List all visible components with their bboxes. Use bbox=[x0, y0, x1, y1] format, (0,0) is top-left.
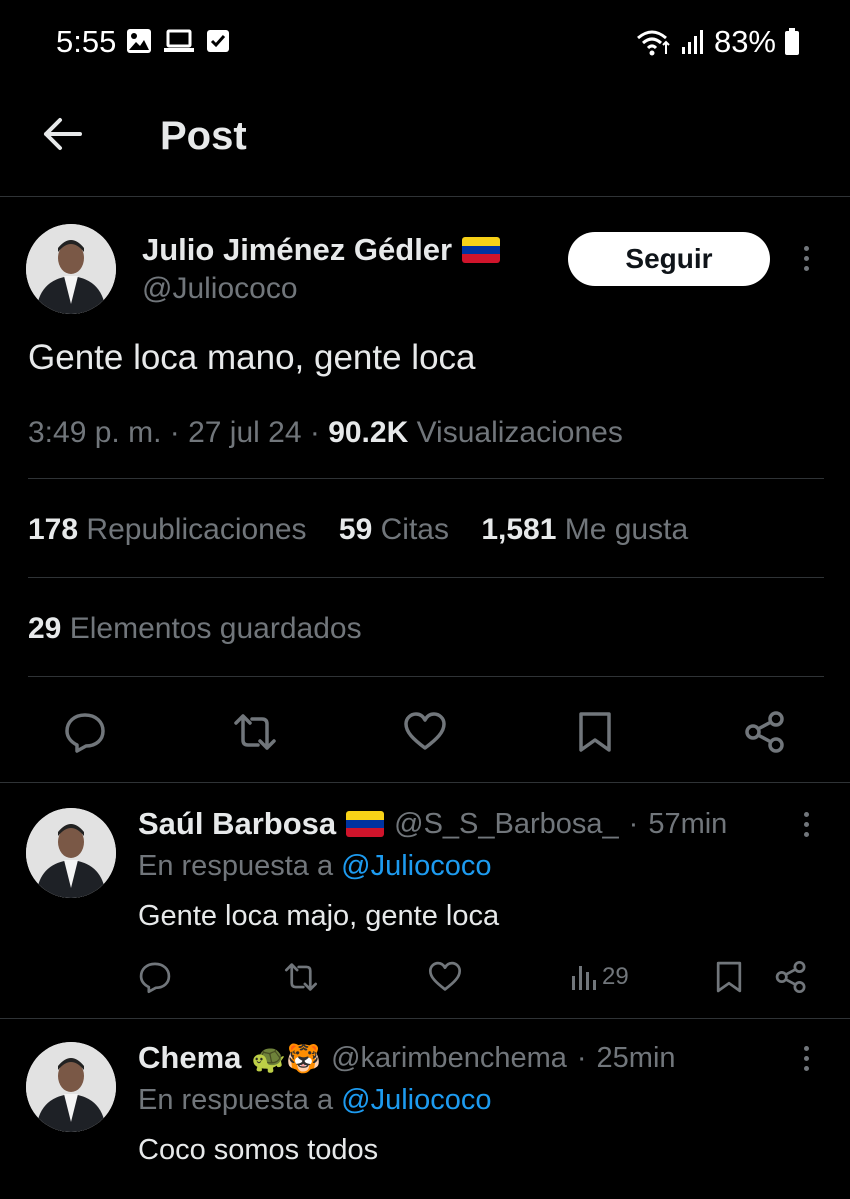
post-meta: 3:49 p. m. · 27 jul 24 · 90.2K Visualiza… bbox=[28, 416, 623, 449]
bookmark-icon[interactable] bbox=[573, 710, 617, 754]
views-stat[interactable]: 29 bbox=[570, 962, 629, 992]
separator-dot: · bbox=[628, 807, 639, 840]
reply-header: Chema 🐢🐯 @karimbenchema · 25min bbox=[138, 1040, 676, 1076]
reposts-label: Republicaciones bbox=[86, 513, 307, 546]
status-time: 5:55 bbox=[56, 24, 117, 59]
status-icons bbox=[126, 28, 230, 54]
venezuela-flag-icon bbox=[346, 811, 385, 837]
divider bbox=[28, 478, 824, 479]
reply-to-prefix: En respuesta a bbox=[138, 1084, 334, 1116]
checkbox-icon bbox=[207, 30, 229, 52]
divider bbox=[0, 782, 850, 783]
reply-icon[interactable] bbox=[138, 960, 172, 994]
image-icon bbox=[127, 29, 151, 53]
repost-icon[interactable] bbox=[284, 960, 318, 994]
more-options-icon[interactable] bbox=[796, 246, 816, 271]
post-text: Gente loca mano, gente loca bbox=[28, 338, 476, 377]
engagement-stats: 178 Republicaciones 59 Citas 1,581 Me gu… bbox=[28, 513, 688, 547]
reply-to-prefix: En respuesta a bbox=[138, 850, 334, 882]
quotes-stat[interactable]: 59 Citas bbox=[339, 513, 449, 546]
venezuela-flag-icon bbox=[462, 237, 501, 263]
page-title: Post bbox=[160, 114, 247, 158]
avatar[interactable] bbox=[26, 224, 116, 314]
follow-button[interactable]: Seguir bbox=[568, 232, 770, 286]
author-name[interactable]: Julio Jiménez Gédler bbox=[142, 232, 501, 268]
divider bbox=[28, 577, 824, 578]
author-handle[interactable]: @Juliococo bbox=[142, 272, 298, 306]
divider bbox=[0, 1018, 850, 1019]
likes-label: Me gusta bbox=[564, 513, 689, 546]
more-options-icon[interactable] bbox=[796, 812, 816, 837]
post-date: 27 jul 24 bbox=[188, 416, 302, 449]
reply-time: 25min bbox=[596, 1041, 676, 1074]
like-icon[interactable] bbox=[428, 960, 462, 994]
bookmark-icon[interactable] bbox=[712, 960, 746, 994]
reply-context: En respuesta a @Juliococo bbox=[138, 1084, 491, 1117]
reply-text: Gente loca majo, gente loca bbox=[138, 900, 500, 932]
reply-time: 57min bbox=[648, 807, 728, 840]
more-options-icon[interactable] bbox=[796, 1046, 816, 1071]
views-count: 90.2K bbox=[328, 416, 409, 449]
status-right: 83% bbox=[636, 24, 800, 60]
turtle-tiger-emoji: 🐢🐯 bbox=[251, 1042, 322, 1074]
battery-icon bbox=[785, 28, 799, 55]
battery-percent: 83% bbox=[713, 24, 776, 59]
reply-context: En respuesta a @Juliococo bbox=[138, 850, 491, 883]
bookmarks-stat[interactable]: 29 Elementos guardados bbox=[28, 612, 362, 646]
author-name-text: Julio Jiménez Gédler bbox=[142, 232, 453, 267]
wifi-icon bbox=[636, 30, 670, 56]
avatar[interactable] bbox=[26, 1042, 116, 1132]
quotes-count: 59 bbox=[338, 513, 373, 546]
arrow-left-icon[interactable] bbox=[40, 112, 84, 156]
reposts-stat[interactable]: 178 Republicaciones bbox=[28, 513, 307, 546]
reply-to-mention[interactable]: @Juliococo bbox=[341, 1084, 491, 1116]
avatar[interactable] bbox=[26, 808, 116, 898]
likes-count: 1,581 bbox=[481, 513, 557, 546]
bookmarks-label: Elementos guardados bbox=[69, 612, 362, 645]
divider bbox=[28, 676, 824, 677]
separator-dot: · bbox=[576, 1041, 587, 1074]
repost-icon[interactable] bbox=[233, 710, 277, 754]
signal-icon bbox=[681, 30, 703, 54]
reply-header: Saúl Barbosa @S_S_Barbosa_ · 57min bbox=[138, 806, 727, 842]
reply-text: Coco somos todos bbox=[138, 1134, 379, 1166]
reply-author-handle[interactable]: @karimbenchema bbox=[331, 1042, 567, 1075]
post-time: 3:49 p. m. bbox=[28, 416, 162, 449]
reply-author-name[interactable]: Saúl Barbosa bbox=[138, 806, 336, 842]
reply-author-handle[interactable]: @S_S_Barbosa_ bbox=[394, 808, 619, 841]
share-icon[interactable] bbox=[743, 710, 787, 754]
reply-icon[interactable] bbox=[63, 710, 107, 754]
reposts-count: 178 bbox=[28, 513, 79, 546]
views-label: Visualizaciones bbox=[416, 416, 623, 449]
bookmarks-count: 29 bbox=[28, 612, 62, 645]
laptop-icon bbox=[164, 29, 194, 52]
header-divider bbox=[0, 196, 850, 197]
views-icon bbox=[572, 966, 596, 990]
likes-stat[interactable]: 1,581 Me gusta bbox=[481, 513, 688, 546]
reply-author-name[interactable]: Chema bbox=[138, 1040, 241, 1076]
reply-to-mention[interactable]: @Juliococo bbox=[341, 850, 491, 882]
like-icon[interactable] bbox=[403, 710, 447, 754]
views-count: 29 bbox=[602, 963, 629, 990]
share-icon[interactable] bbox=[774, 960, 808, 994]
quotes-label: Citas bbox=[380, 513, 449, 546]
